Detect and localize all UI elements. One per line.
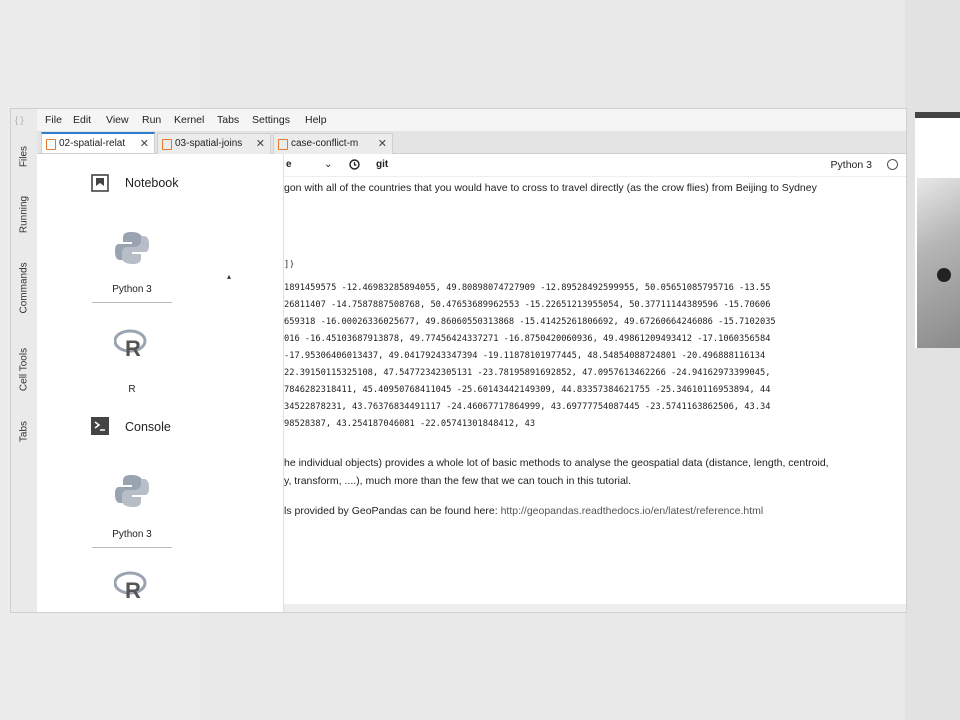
thumbnail-object — [937, 268, 951, 282]
r-logo-icon: R — [114, 329, 147, 361]
clock-icon[interactable] — [349, 159, 360, 170]
jupyterlab-window: { } Files Running Commands Cell Tools Ta… — [10, 108, 907, 613]
svg-text:R: R — [125, 578, 141, 603]
rail-tab-cell-tools[interactable]: Cell Tools — [19, 347, 30, 393]
output-line: 016 -16.45103687913878, 49.7745642433727… — [284, 334, 771, 344]
output-line: 34522878231, 43.76376834491117 -24.46067… — [284, 402, 771, 412]
rail-tab-running[interactable]: Running — [19, 192, 30, 238]
output-line: 1891459575 -12.46983285894055, 49.808980… — [284, 283, 771, 293]
output-line: ]) — [284, 260, 295, 270]
jupyter-logo-icon: { } — [15, 115, 24, 125]
tab-03-spatial-joins[interactable]: 03-spatial-joins ✕ — [157, 133, 271, 154]
thumbnail-image — [917, 178, 960, 348]
side-video-thumbnail — [915, 112, 960, 348]
markdown-text-fragment: ls provided by GeoPandas can be found he… — [284, 505, 501, 517]
kernel-name[interactable]: Python 3 — [831, 159, 872, 171]
python-logo-icon — [115, 475, 149, 507]
menu-kernel[interactable]: Kernel — [174, 114, 204, 126]
tab-case-conflict-mapping[interactable]: case-conflict-m ✕ — [273, 133, 393, 154]
notebook-file-icon — [46, 139, 56, 150]
output-line: 22.39150115325108, 47.54772342305131 -23… — [284, 368, 771, 378]
cell-type-select[interactable]: e — [286, 159, 292, 170]
close-icon[interactable]: ✕ — [140, 137, 149, 150]
menu-help[interactable]: Help — [305, 114, 327, 126]
markdown-text: gon with all of the countries that you w… — [284, 182, 817, 194]
left-sidebar-rail: { } Files Running Commands Cell Tools Ta… — [11, 109, 38, 612]
output-line: 98528387, 43.254187046081 -22.0574130184… — [284, 419, 536, 429]
kernel-label: R — [128, 384, 136, 395]
kernel-label: Python 3 — [112, 284, 152, 295]
chevron-down-icon[interactable]: ⌄ — [324, 159, 332, 170]
geopandas-reference-link[interactable]: http://geopandas.readthedocs.io/en/lates… — [501, 505, 764, 517]
launcher-notebook-r[interactable]: R R — [92, 312, 172, 402]
menu-view[interactable]: View — [106, 114, 129, 126]
mouse-cursor-icon: ▴ — [227, 272, 232, 281]
close-icon[interactable]: ✕ — [378, 137, 387, 150]
document-tab-bar: 02-spatial-relat ✕ 03-spatial-joins ✕ ca… — [37, 131, 906, 154]
notebook-toolbar: e ⌄ git Python 3 — [284, 154, 906, 177]
menu-bar: File Edit View Run Kernel Tabs Settings … — [37, 109, 906, 131]
markdown-text: he individual objects) provides a whole … — [284, 457, 829, 469]
close-icon[interactable]: ✕ — [256, 137, 265, 150]
console-section-title: Console — [125, 420, 171, 434]
background-right — [905, 0, 960, 720]
console-icon — [91, 417, 109, 435]
notebook-file-icon — [278, 139, 288, 150]
launcher-console-python3[interactable]: Python 3 — [92, 459, 172, 551]
menu-settings[interactable]: Settings — [252, 114, 290, 126]
menu-tabs[interactable]: Tabs — [217, 114, 239, 126]
rail-tab-commands[interactable]: Commands — [19, 262, 30, 313]
r-logo-icon: R — [114, 571, 147, 603]
tab-02-spatial-relationships[interactable]: 02-spatial-relat ✕ — [41, 132, 155, 153]
rail-tab-tabs[interactable]: Tabs — [19, 409, 30, 455]
git-button[interactable]: git — [376, 159, 388, 170]
launcher-console-r[interactable]: R — [92, 554, 172, 612]
markdown-text: ls provided by GeoPandas can be found he… — [284, 505, 763, 517]
notebook-file-icon — [162, 139, 172, 150]
kernel-label: Python 3 — [112, 529, 152, 540]
output-line: 659318 -16.00026336025677, 49.8606055031… — [284, 317, 776, 327]
menu-run[interactable]: Run — [142, 114, 161, 126]
notebook-icon — [91, 174, 109, 192]
output-line: -17.95306406013437, 49.04179243347394 -1… — [284, 351, 766, 361]
svg-text:R: R — [125, 336, 141, 361]
kernel-status-icon — [887, 159, 898, 170]
notebook-section-title: Notebook — [125, 176, 179, 190]
horizontal-scrollbar[interactable] — [284, 604, 906, 612]
menu-edit[interactable]: Edit — [73, 114, 91, 126]
launcher-notebook-python3[interactable]: Python 3 — [92, 216, 172, 306]
notebook-panel: e ⌄ git Python 3 gon with all of the cou… — [284, 154, 906, 612]
output-line: 7846282318411, 45.40950768411045 -25.601… — [284, 385, 771, 395]
menu-file[interactable]: File — [45, 114, 62, 126]
rail-tab-files[interactable]: Files — [19, 134, 30, 180]
markdown-text: y, transform, ....), much more than the … — [284, 475, 632, 487]
output-line: 26811407 -14.7587887508768, 50.476536899… — [284, 300, 771, 310]
launcher-panel: Notebook Python 3 R R Console Python 3 R — [37, 154, 284, 612]
python-logo-icon — [115, 232, 149, 264]
